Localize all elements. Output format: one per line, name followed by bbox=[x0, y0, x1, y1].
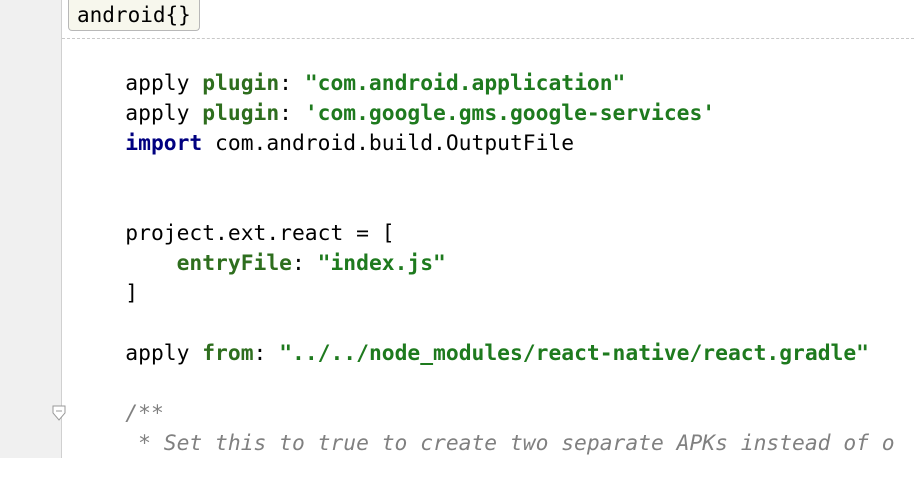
code-token: apply bbox=[125, 341, 203, 366]
code-line: project.ext.react = [ bbox=[74, 189, 914, 246]
code-keyword: from bbox=[202, 341, 254, 366]
code-line: apply plugin: "com.android.application" bbox=[74, 39, 914, 96]
code-token: project.ext.react = [ bbox=[125, 221, 395, 246]
code-string: 'com.google.gms.google-services' bbox=[304, 101, 716, 126]
code-keyword: import bbox=[125, 131, 203, 156]
code-line: apply from: "../../node_modules/react-na… bbox=[74, 309, 914, 366]
code-token: com.android.build.OutputFile bbox=[202, 131, 575, 156]
code-token: apply bbox=[125, 71, 203, 96]
code-token: apply bbox=[125, 101, 203, 126]
code-token: /** bbox=[125, 401, 164, 426]
code-keyword: plugin bbox=[202, 71, 280, 96]
breadcrumb-bar: android{} bbox=[62, 0, 914, 39]
code-comment: * Set this to true to create two separat… bbox=[74, 399, 914, 456]
code-token: : bbox=[253, 341, 280, 366]
editor-gutter bbox=[0, 0, 62, 458]
breadcrumb[interactable]: android{} bbox=[68, 0, 200, 31]
code-token: ] bbox=[125, 281, 139, 306]
code-string: "com.android.application" bbox=[304, 71, 626, 96]
code-token: * Set this to true to create two separat… bbox=[125, 431, 895, 456]
code-keyword: entryFile bbox=[176, 251, 292, 276]
code-keyword: plugin bbox=[202, 101, 280, 126]
code-token: : bbox=[279, 71, 305, 96]
code-string: "../../node_modules/react-native/react.g… bbox=[279, 341, 869, 366]
code-string: "index.js" bbox=[317, 251, 446, 276]
code-token: : bbox=[279, 101, 305, 126]
code-editor[interactable]: apply plugin: "com.android.application" … bbox=[74, 39, 914, 456]
code-comment: /** bbox=[74, 369, 914, 426]
fold-collapse-icon[interactable] bbox=[52, 405, 66, 421]
code-token: : bbox=[292, 251, 318, 276]
